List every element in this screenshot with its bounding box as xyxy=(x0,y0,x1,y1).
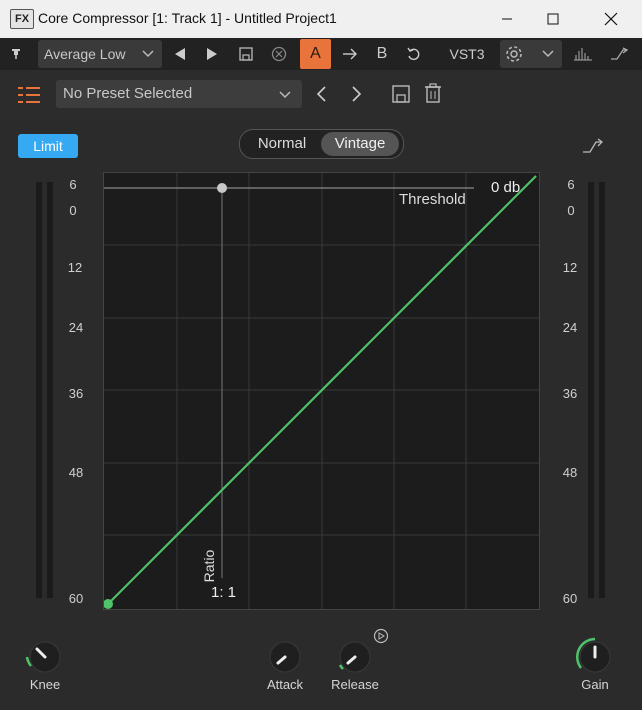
spectrum-button[interactable] xyxy=(570,38,596,70)
release-label: Release xyxy=(331,677,379,692)
attack-knob[interactable] xyxy=(264,636,306,678)
sidechain-route-button[interactable] xyxy=(582,138,604,159)
gear-icon xyxy=(506,46,522,62)
release-knob[interactable] xyxy=(334,636,376,678)
preset-list-icon xyxy=(18,87,40,103)
output-meter-right xyxy=(599,182,605,598)
minimize-button[interactable] xyxy=(484,0,530,38)
app-icon: FX xyxy=(10,9,34,29)
circle-x-icon xyxy=(271,46,287,62)
save-icon xyxy=(239,47,253,61)
scale-label: 36 xyxy=(68,386,84,401)
chevron-down-icon xyxy=(142,50,154,58)
bypass-button[interactable] xyxy=(267,38,291,70)
chevron-down-icon xyxy=(542,50,554,58)
chevron-left-icon xyxy=(316,86,326,102)
copy-a-to-b-button[interactable] xyxy=(338,38,362,70)
pin-button[interactable] xyxy=(4,38,28,70)
preset-dropdown[interactable]: No Preset Selected xyxy=(56,80,302,108)
undo-button[interactable] xyxy=(402,38,426,70)
chevron-down-icon xyxy=(279,91,291,99)
threshold-value: 0 db xyxy=(491,179,521,196)
maximize-icon xyxy=(547,13,559,25)
scale-label: 6 xyxy=(69,177,77,192)
window-title: Core Compressor [1: Track 1] - Untitled … xyxy=(38,10,337,26)
triangle-left-icon xyxy=(175,48,185,60)
knob-dial xyxy=(338,641,371,673)
minimize-icon xyxy=(502,18,512,20)
limit-button[interactable]: Limit xyxy=(18,134,78,158)
scale-label: 0 xyxy=(567,203,575,218)
scale-label: 6 xyxy=(567,177,575,192)
plugin-format-label: VST3 xyxy=(449,46,485,62)
preset-prev-button[interactable] xyxy=(316,86,328,107)
title-bar: FX Core Compressor [1: Track 1] - Untitl… xyxy=(0,0,642,38)
sidechain-button[interactable] xyxy=(606,38,632,70)
ratio-value: 1: 1 xyxy=(211,584,237,601)
preset-save-button[interactable] xyxy=(392,85,410,108)
b-slot-button[interactable]: B xyxy=(370,38,394,70)
close-button[interactable] xyxy=(588,0,634,38)
scale-label: 12 xyxy=(562,260,578,275)
undo-icon xyxy=(407,47,420,61)
preset-delete-button[interactable] xyxy=(424,83,442,108)
scale-label: 48 xyxy=(562,465,578,480)
mode-normal-button[interactable]: Normal xyxy=(243,132,321,156)
toolbar: Average Low A B VST3 xyxy=(0,38,642,70)
scale-label: 24 xyxy=(68,320,84,335)
knob-dial xyxy=(576,637,611,673)
transfer-curve-graph[interactable]: Threshold 0 db Ratio 1: 1 xyxy=(103,172,540,610)
preset-mode-dropdown[interactable]: Average Low xyxy=(38,40,162,68)
next-preset-button[interactable] xyxy=(200,38,224,70)
arrow-right-icon xyxy=(343,48,357,60)
mode-selector: Normal Vintage xyxy=(239,129,404,159)
mode-vintage-button[interactable]: Vintage xyxy=(321,132,399,156)
prev-preset-button[interactable] xyxy=(168,38,192,70)
preset-name: No Preset Selected xyxy=(63,85,193,102)
input-meter-left xyxy=(36,182,42,598)
sidechain-icon xyxy=(611,47,628,60)
scale-label: 36 xyxy=(562,386,578,401)
spectrum-icon xyxy=(574,48,592,61)
scale-label: 24 xyxy=(562,320,578,335)
pin-icon xyxy=(12,49,20,59)
preset-next-button[interactable] xyxy=(350,86,362,107)
input-meter-right xyxy=(47,182,53,598)
maximize-button[interactable] xyxy=(530,0,576,38)
knob-dial xyxy=(25,641,61,673)
ratio-label: Ratio xyxy=(201,549,217,583)
attack-label: Attack xyxy=(266,677,304,692)
output-meter-left xyxy=(588,182,594,598)
settings-dropdown[interactable] xyxy=(500,40,562,68)
threshold-label: Threshold xyxy=(399,191,466,208)
scale-label: 60 xyxy=(562,591,578,606)
gain-label: Gain xyxy=(581,677,609,692)
knee-label: Knee xyxy=(29,677,61,692)
preset-browser-button[interactable] xyxy=(18,85,42,110)
trash-icon xyxy=(425,83,441,103)
auto-release-button[interactable] xyxy=(373,628,389,649)
knee-knob[interactable] xyxy=(24,636,66,678)
scale-label: 48 xyxy=(68,465,84,480)
auto-icon xyxy=(373,628,389,644)
save-button[interactable] xyxy=(234,38,258,70)
save-icon xyxy=(392,85,410,103)
triangle-right-icon xyxy=(207,48,217,60)
preset-bar: No Preset Selected xyxy=(0,70,642,120)
threshold-handle xyxy=(217,183,227,193)
a-slot-button[interactable]: A xyxy=(300,39,331,69)
sidechain-icon xyxy=(583,138,603,153)
scale-label: 60 xyxy=(68,591,84,606)
gain-knob[interactable] xyxy=(574,636,616,678)
chevron-right-icon xyxy=(352,86,362,102)
scale-label: 0 xyxy=(69,203,77,218)
transfer-curve-canvas xyxy=(104,173,539,609)
scale-label: 12 xyxy=(67,260,83,275)
preset-mode-value: Average Low xyxy=(44,46,126,62)
knob-dial xyxy=(269,641,301,673)
close-icon xyxy=(604,12,618,26)
